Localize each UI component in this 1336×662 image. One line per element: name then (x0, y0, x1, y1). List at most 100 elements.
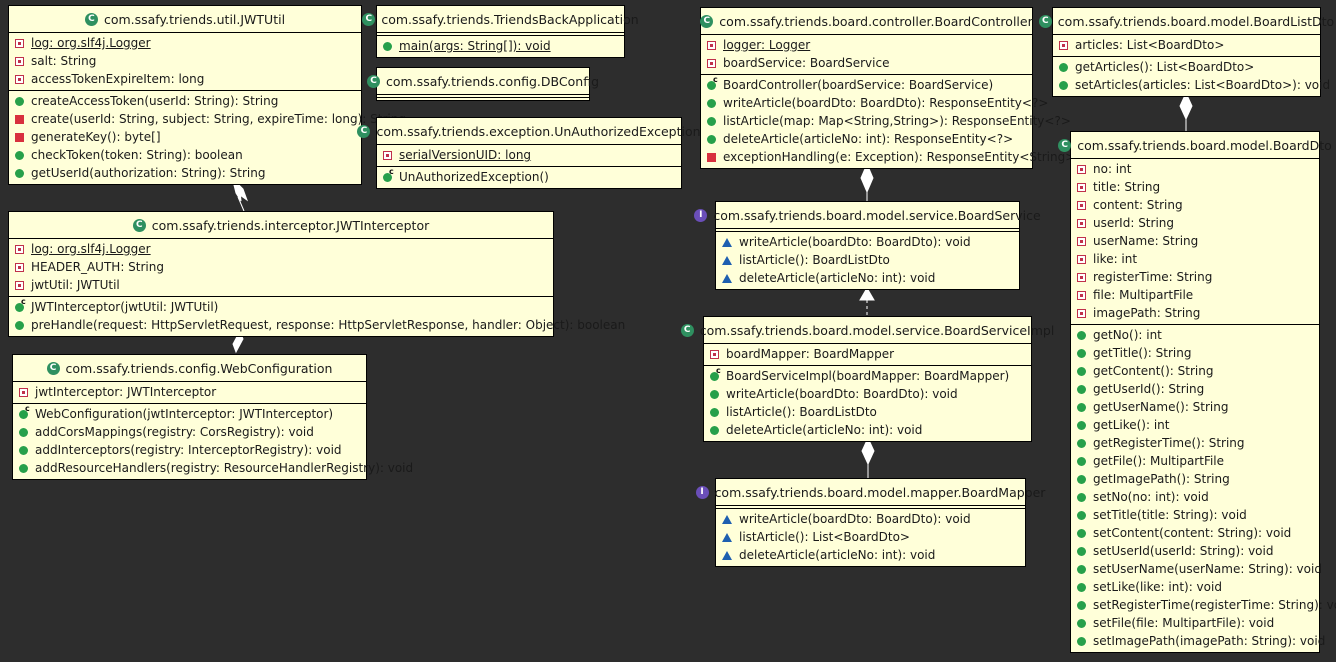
method-row[interactable]: setFile(file: MultipartFile): void (1071, 614, 1319, 632)
field-row[interactable]: log: org.slf4j.Logger (9, 240, 553, 258)
class-triends-back-application[interactable]: Ccom.ssafy.triends.TriendsBackApplicatio… (362, 5, 639, 58)
field-row[interactable]: no: int (1071, 160, 1319, 178)
method-row[interactable]: getArticles(): List<BoardDto> (1053, 58, 1320, 76)
class-header: Ccom.ssafy.triends.board.model.BoardDto (1058, 132, 1332, 158)
method-row[interactable]: checkToken(token: String): boolean (9, 146, 361, 164)
method-row[interactable]: WebConfiguration(jwtInterceptor: JWTInte… (13, 404, 366, 423)
method-row[interactable]: createAccessToken(userId: String): Strin… (9, 92, 361, 110)
method-row[interactable]: setContent(content: String): void (1071, 524, 1319, 542)
method-row[interactable]: addCorsMappings(registry: CorsRegistry):… (13, 423, 366, 441)
field-row[interactable]: like: int (1071, 250, 1319, 268)
field-row[interactable]: HEADER_AUTH: String (9, 258, 553, 276)
method-row[interactable]: addResourceHandlers(registry: ResourceHa… (13, 459, 413, 477)
class-board-list-dto[interactable]: Ccom.ssafy.triends.board.model.BoardList… (1038, 7, 1334, 97)
field-row[interactable]: boardService: BoardService (701, 54, 1032, 72)
method-row[interactable]: UnAuthorizedException() (377, 167, 681, 186)
method-row[interactable]: setUserId(userId: String): void (1071, 542, 1319, 560)
class-icon: C (84, 12, 98, 26)
method-row[interactable]: getUserId(authorization: String): String (9, 164, 361, 182)
field-text: HEADER_AUTH: String (31, 260, 164, 274)
private-field-icon (15, 74, 24, 84)
class-board-controller[interactable]: Ccom.ssafy.triends.board.controller.Boar… (700, 7, 1075, 169)
method-row[interactable]: BoardController(boardService: BoardServi… (701, 75, 1032, 94)
method-row[interactable]: listArticle(map: Map<String,String>): Re… (701, 112, 1071, 130)
method-row[interactable]: setTitle(title: String): void (1071, 506, 1319, 524)
class-jwtutil[interactable]: Ccom.ssafy.triends.util.JWTUtil log: org.… (8, 5, 406, 185)
method-row[interactable]: setArticles(articles: List<BoardDto>): v… (1053, 76, 1330, 94)
method-row[interactable]: writeArticle(boardDto: BoardDto): void (704, 385, 1031, 403)
method-row[interactable]: getTitle(): String (1071, 344, 1319, 362)
class-web-configuration[interactable]: Ccom.ssafy.triends.config.WebConfigurati… (12, 354, 413, 480)
method-row[interactable]: preHandle(request: HttpServletRequest, r… (9, 316, 625, 334)
method-row[interactable]: getRegisterTime(): String (1071, 434, 1319, 452)
realization-serviceimpl-service (859, 287, 875, 316)
method-text: listArticle(): BoardListDto (739, 253, 890, 267)
method-row[interactable]: getUserId(): String (1071, 380, 1319, 398)
method-row[interactable]: setNo(no: int): void (1071, 488, 1319, 506)
field-row[interactable]: userName: String (1071, 232, 1319, 250)
method-row[interactable]: listArticle(): BoardListDto (716, 251, 1019, 269)
public-method-icon (1077, 384, 1086, 394)
field-row[interactable]: file: MultipartFile (1071, 286, 1319, 304)
method-row[interactable]: deleteArticle(articleNo: int): void (716, 546, 1025, 564)
method-text: writeArticle(boardDto: BoardDto): void (739, 235, 971, 249)
method-row[interactable]: BoardServiceImpl(boardMapper: BoardMappe… (704, 366, 1031, 385)
method-text: UnAuthorizedException() (399, 170, 549, 184)
field-row[interactable]: salt: String (9, 52, 361, 70)
method-row[interactable]: main(args: String[]): void (377, 37, 624, 55)
method-row[interactable]: setImagePath(imagePath: String): void (1071, 632, 1325, 650)
method-row[interactable]: create(userId: String, subject: String, … (9, 110, 406, 128)
method-row[interactable]: writeArticle(boardDto: BoardDto): void (716, 510, 1025, 528)
method-row[interactable]: getNo(): int (1071, 326, 1319, 344)
field-text: no: int (1093, 162, 1132, 176)
interface-board-service[interactable]: Icom.ssafy.triends.board.model.service.B… (694, 201, 1041, 290)
private-field-icon (1077, 290, 1086, 300)
field-row[interactable]: imagePath: String (1071, 304, 1319, 322)
method-row[interactable]: getImagePath(): String (1071, 470, 1319, 488)
class-header: Ccom.ssafy.triends.interceptor.JWTInterc… (9, 212, 553, 238)
field-row[interactable]: accessTokenExpireItem: long (9, 70, 361, 88)
method-row[interactable]: deleteArticle(articleNo: int): ResponseE… (701, 130, 1032, 148)
method-row[interactable]: deleteArticle(articleNo: int): void (716, 269, 1019, 287)
method-row[interactable]: writeArticle(boardDto: BoardDto): Respon… (701, 94, 1048, 112)
field-row[interactable]: jwtInterceptor: JWTInterceptor (13, 383, 366, 401)
method-row[interactable]: deleteArticle(articleNo: int): void (704, 421, 1031, 439)
method-row[interactable]: getContent(): String (1071, 362, 1319, 380)
class-board-dto[interactable]: Ccom.ssafy.triends.board.model.BoardDto n… (1058, 131, 1336, 653)
interface-board-mapper[interactable]: Icom.ssafy.triends.board.model.mapper.Bo… (695, 478, 1045, 567)
public-method-icon (707, 134, 716, 144)
method-row[interactable]: listArticle(): List<BoardDto> (716, 528, 1025, 546)
class-board-service-impl[interactable]: Ccom.ssafy.triends.board.model.service.B… (680, 316, 1054, 442)
class-dbconfig[interactable]: Ccom.ssafy.triends.config.DBConfig (367, 67, 599, 101)
method-text: getTitle(): String (1093, 346, 1192, 360)
field-row[interactable]: serialVersionUID: long (377, 146, 681, 164)
method-row[interactable]: getFile(): MultipartFile (1071, 452, 1319, 470)
field-row[interactable]: log: org.slf4j.Logger (9, 34, 361, 52)
method-row[interactable]: addInterceptors(registry: InterceptorReg… (13, 441, 366, 459)
class-header: Ccom.ssafy.triends.board.model.BoardList… (1038, 8, 1334, 34)
field-row[interactable]: boardMapper: BoardMapper (704, 345, 1031, 363)
method-row[interactable]: setRegisterTime(registerTime: String): v… (1071, 596, 1336, 614)
field-row[interactable]: registerTime: String (1071, 268, 1319, 286)
method-row[interactable]: exceptionHandling(e: Exception): Respons… (701, 148, 1075, 166)
method-row[interactable]: generateKey(): byte[] (9, 128, 361, 146)
class-name: com.ssafy.triends.util.JWTUtil (103, 11, 286, 27)
field-row[interactable]: jwtUtil: JWTUtil (9, 276, 553, 294)
field-row[interactable]: articles: List<BoardDto> (1053, 36, 1320, 54)
field-row[interactable]: content: String (1071, 196, 1319, 214)
field-row[interactable]: userId: String (1071, 214, 1319, 232)
class-unauthorized-exception[interactable]: Ccom.ssafy.triends.exception.UnAuthorize… (357, 117, 701, 189)
public-method-icon (1077, 564, 1086, 574)
field-row[interactable]: title: String (1071, 178, 1319, 196)
method-row[interactable]: setLike(like: int): void (1071, 578, 1319, 596)
method-row[interactable]: getLike(): int (1071, 416, 1319, 434)
fields-compartment: log: org.slf4j.Logger HEADER_AUTH: String… (9, 238, 553, 296)
class-jwt-interceptor[interactable]: Ccom.ssafy.triends.interceptor.JWTInterc… (8, 211, 625, 337)
method-row[interactable]: JWTInterceptor(jwtUtil: JWTUtil) (9, 297, 553, 316)
method-row[interactable]: getUserName(): String (1071, 398, 1319, 416)
method-text: deleteArticle(articleNo: int): void (739, 548, 936, 562)
field-row[interactable]: logger: Logger (701, 36, 1032, 54)
method-row[interactable]: writeArticle(boardDto: BoardDto): void (716, 233, 1019, 251)
method-row[interactable]: setUserName(userName: String): void (1071, 560, 1322, 578)
method-row[interactable]: listArticle(): BoardListDto (704, 403, 1031, 421)
